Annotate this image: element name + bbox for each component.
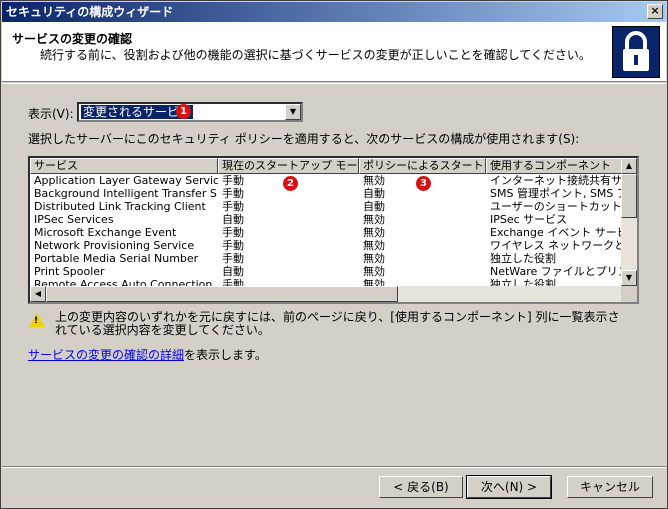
callout-badge-1: 1 xyxy=(176,104,191,119)
policy-mode: 自動 xyxy=(363,200,385,213)
table-row[interactable]: Distributed Link Tracking Client 手動 自動 ユーザー… xyxy=(30,200,625,213)
current-mode: 自動 xyxy=(222,265,244,278)
service-name: IPSec Services xyxy=(34,213,114,226)
policy-mode: 無効 xyxy=(363,265,385,278)
column-header-policy-mode[interactable]: ポリシーによるスタートア… xyxy=(359,158,486,174)
service-name: Distributed Link Tracking Client xyxy=(34,200,206,213)
list-rows: Application Layer Gateway Service 手動 無効 インタ… xyxy=(30,174,625,291)
policy-mode: 無効 xyxy=(363,226,385,239)
service-name: Print Spooler xyxy=(34,265,105,278)
current-mode: 手動 xyxy=(222,239,244,252)
policy-mode: 無効 xyxy=(363,252,385,265)
scroll-down-icon[interactable]: ▼ xyxy=(621,270,637,286)
title-bar: セキュリティの構成ウィザード × xyxy=(2,2,666,22)
header-divider xyxy=(2,83,666,84)
service-name: Portable Media Serial Number xyxy=(34,252,199,265)
policy-mode: 無効 xyxy=(363,239,385,252)
list-header: サービス 現在のスタートアップ モード ポリシーによるスタートア… 使用するコン… xyxy=(30,158,625,174)
close-button[interactable]: × xyxy=(647,4,663,19)
details-suffix: を表示します。 xyxy=(184,348,267,362)
table-row[interactable]: Print Spooler 自動 無効 NetWare ファイルとプリント サ xyxy=(30,265,625,278)
table-row[interactable]: Application Layer Gateway Service 手動 無効 インタ… xyxy=(30,174,625,187)
warning-text: 上の変更内容のいずれかを元に戻すには、前のページに戻り、[使用するコンポーネント… xyxy=(55,310,620,337)
cancel-button[interactable]: キャンセル xyxy=(567,476,653,498)
wizard-window: セキュリティの構成ウィザード × サービスの変更の確認 続行する前に、役割および… xyxy=(0,0,668,509)
footer-divider xyxy=(2,466,666,468)
chevron-down-icon[interactable]: ▼ xyxy=(285,104,301,120)
component: インターネット接続共有サービ xyxy=(490,174,625,187)
service-name: Application Layer Gateway Service xyxy=(34,174,218,187)
table-row[interactable]: Microsoft Exchange Event 手動 無効 Exchange イベン… xyxy=(30,226,625,239)
vertical-scrollbar[interactable]: ▲ ▼ xyxy=(621,158,637,286)
horizontal-scrollbar[interactable]: ◀ ▶ xyxy=(30,286,637,302)
details-link[interactable]: サービスの変更の確認の詳細 xyxy=(28,348,184,362)
detail-line: サービスの変更の確認の詳細を表示します。 xyxy=(28,346,267,363)
component: Exchange イベント サービス xyxy=(490,226,625,239)
table-row[interactable]: IPSec Services 自動 無効 IPSec サービス xyxy=(30,213,625,226)
callout-badge-3: 3 xyxy=(416,176,431,191)
column-header-current-mode[interactable]: 現在のスタートアップ モード xyxy=(218,158,359,174)
component: NetWare ファイルとプリント サ xyxy=(490,265,625,278)
component: SMS 管理ポイント, SMS アド xyxy=(490,187,625,200)
services-list[interactable]: サービス 現在のスタートアップ モード ポリシーによるスタートア… 使用するコン… xyxy=(28,156,639,304)
component: 独立した役割 xyxy=(490,252,556,265)
wizard-header: サービスの変更の確認 続行する前に、役割および他の機能の選択に基づくサービスの変… xyxy=(2,22,666,82)
padlock-icon xyxy=(612,26,660,78)
current-mode: 手動 xyxy=(222,252,244,265)
page-title: サービスの変更の確認 xyxy=(12,32,133,46)
current-mode: 自動 xyxy=(222,213,244,226)
column-header-service[interactable]: サービス xyxy=(30,158,218,174)
scroll-up-icon[interactable]: ▲ xyxy=(621,158,637,174)
current-mode: 手動 xyxy=(222,200,244,213)
service-name: Network Provisioning Service xyxy=(34,239,195,252)
current-mode: 手動 xyxy=(222,226,244,239)
window-title: セキュリティの構成ウィザード xyxy=(6,5,174,19)
next-button[interactable]: 次へ(N) > xyxy=(466,475,552,499)
table-row[interactable]: Network Provisioning Service 手動 無効 ワイヤレス ネッ… xyxy=(30,239,625,252)
table-row[interactable]: Background Intelligent Transfer S... 手動 自動… xyxy=(30,187,625,200)
back-button[interactable]: < 戻る(B) xyxy=(379,476,463,498)
column-header-components[interactable]: 使用するコンポーネント xyxy=(486,158,625,174)
policy-mode: 無効 xyxy=(363,213,385,226)
service-name: Background Intelligent Transfer S... xyxy=(34,187,218,200)
horizontal-scroll-thumb[interactable] xyxy=(46,286,398,302)
scroll-left-icon[interactable]: ◀ xyxy=(30,286,46,302)
vertical-scroll-thumb[interactable] xyxy=(621,174,637,218)
component: IPSec サービス xyxy=(490,213,568,226)
callout-badge-2: 2 xyxy=(283,176,298,191)
warning-icon-mark: ! xyxy=(34,316,39,326)
view-label: 表示(V): xyxy=(28,107,74,121)
service-name: Microsoft Exchange Event xyxy=(34,226,177,239)
scrollbar-corner xyxy=(621,286,637,302)
table-row[interactable]: Portable Media Serial Number 手動 無効 独立した役割 xyxy=(30,252,625,265)
service-description: 選択したサーバーにこのセキュリティ ポリシーを適用すると、次のサービスの構成が使… xyxy=(28,132,580,146)
component: ワイヤレス ネットワークと 802.1 xyxy=(490,239,625,252)
component: ユーザーのショートカットのリンク xyxy=(490,200,625,213)
page-subtitle: 続行する前に、役割および他の機能の選択に基づくサービスの変更が正しいことを確認し… xyxy=(40,48,591,62)
